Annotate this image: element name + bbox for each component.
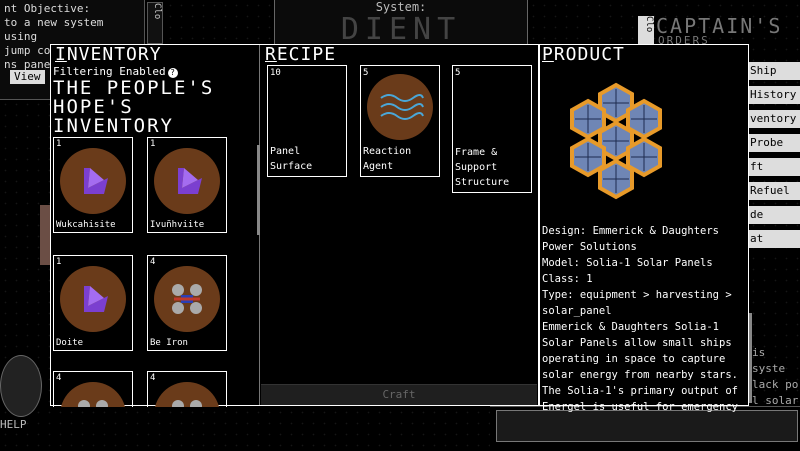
inventory-item[interactable]: 4	[147, 371, 227, 407]
item-name: Be Iron	[150, 338, 188, 348]
menu-item-craft[interactable]: ft	[748, 158, 800, 176]
product-column: PRODUCT Design: Emmerick & Daughters Pow…	[538, 44, 752, 413]
product-heading: PRODUCT	[542, 44, 625, 65]
ingredient-name-line: Panel	[270, 146, 301, 157]
description-line: solar_panel	[542, 305, 612, 317]
menu-item-inventory[interactable]: ventory	[748, 110, 800, 128]
description-line: Energel is useful for emergency	[542, 401, 738, 413]
menu-item-ship[interactable]: Ship	[748, 62, 800, 80]
recipe-column: RECIPE 10 Panel Surface 5 Reaction Agent	[261, 45, 537, 405]
molecule-icon	[154, 382, 220, 407]
side-gauge	[40, 205, 50, 265]
ingredient-name-line: Reaction	[363, 146, 412, 157]
background-log-text: is syste lack po l solar	[752, 345, 800, 409]
inventory-item[interactable]: 1 Ivuñhviite	[147, 137, 227, 233]
ingredient-name: Reaction Agent	[363, 144, 411, 174]
inventory-scrollbar[interactable]	[257, 145, 260, 235]
solar-panel-icon	[556, 77, 676, 221]
product-description: Design: Emmerick & Daughters Power Solut…	[542, 223, 742, 415]
inventory-title-line: INVENTORY	[53, 115, 174, 137]
menu-item-combat[interactable]: at	[748, 230, 800, 248]
product-scrollbar[interactable]	[749, 313, 752, 403]
description-line: Design: Emmerick & Daughters	[542, 225, 720, 237]
inventory-item[interactable]: 4	[53, 371, 133, 407]
menu-item-trade[interactable]: de	[748, 206, 800, 224]
menu-item-probe[interactable]: Probe	[748, 134, 800, 152]
ingredient-name: Frame & Support Structure	[455, 145, 509, 190]
objective-line: to a new system using	[4, 16, 104, 43]
system-name: DIENT	[340, 12, 462, 47]
captains-menu: Ship History ventory Probe ft Refuel de …	[748, 62, 800, 254]
description-line: Emmerick & Daughters Solia-1	[542, 321, 720, 333]
objective-close-button[interactable]: Clo	[147, 2, 163, 44]
ingredient-name-line: Frame &	[455, 147, 498, 158]
inventory-item[interactable]: 1 Wukcahisite	[53, 137, 133, 233]
item-name: Ivuñhviite	[150, 220, 205, 230]
ingredient-name-line: Support	[455, 162, 498, 173]
inventory-item[interactable]: 4 Be Iron	[147, 255, 227, 351]
craft-button[interactable]: Craft	[261, 384, 537, 405]
ingredient-name-line: Surface	[270, 161, 313, 172]
description-line: The Solia-1's primary output of	[542, 385, 738, 397]
menu-item-history[interactable]: History	[748, 86, 800, 104]
menu-item-refuel[interactable]: Refuel	[748, 182, 800, 200]
description-line: Power Solutions	[542, 241, 637, 253]
captains-orders-title: CAPTAIN'S ORDERS	[636, 14, 800, 47]
molecule-icon	[60, 382, 126, 407]
crafting-modal: INVENTORY Filtering Enabled? THE PEOPLE'…	[50, 44, 752, 413]
description-line: operating in space to capture	[542, 353, 726, 365]
recipe-heading: RECIPE	[265, 44, 337, 65]
ship-icon[interactable]	[0, 355, 42, 417]
description-line: solar energy from nearby stars.	[542, 369, 738, 381]
inventory-grid: 1 Wukcahisite 1 Ivuñhviite 1 Doite 4 Be …	[53, 137, 257, 407]
description-line: Model: Solia-1 Solar Panels	[542, 257, 713, 269]
item-name: Doite	[56, 338, 84, 348]
captains-close-button[interactable]: Clo	[638, 16, 654, 46]
inventory-heading: INVENTORY	[55, 44, 162, 65]
description-line: Class: 1	[542, 273, 593, 285]
inventory-column: INVENTORY Filtering Enabled? THE PEOPLE'…	[51, 44, 260, 407]
ingredient-name-line: Structure	[455, 177, 510, 188]
inventory-title: THE PEOPLE'S HOPE'S INVENTORY	[53, 79, 253, 136]
recipe-item[interactable]: 5 Reaction Agent	[360, 65, 440, 177]
crystal-icon	[154, 148, 220, 214]
crystal-icon	[60, 148, 126, 214]
system-panel: System: DIENT	[274, 0, 528, 47]
molecule-icon	[154, 266, 220, 332]
recipe-item[interactable]: 5 Frame & Support Structure	[452, 65, 532, 193]
help-button[interactable]: HELP	[0, 418, 27, 431]
ingredient-name: Panel Surface	[270, 144, 312, 174]
ingredient-count: 10	[270, 68, 281, 78]
description-line: Type: equipment > harvesting >	[542, 289, 732, 301]
crystal-icon	[60, 266, 126, 332]
view-button[interactable]: View	[10, 70, 45, 84]
ingredient-name-line: Agent	[363, 161, 394, 172]
inventory-item[interactable]: 1 Doite	[53, 255, 133, 351]
description-line: Solar Panels allow small ships	[542, 337, 732, 349]
item-name: Wukcahisite	[56, 220, 116, 230]
objective-title: nt Objective:	[4, 2, 91, 15]
recipe-item[interactable]: 10 Panel Surface	[267, 65, 347, 177]
log-line: is syste	[752, 346, 786, 375]
log-line: lack po	[752, 378, 799, 391]
ingredient-count: 5	[455, 68, 461, 78]
wave-icon	[367, 74, 433, 140]
